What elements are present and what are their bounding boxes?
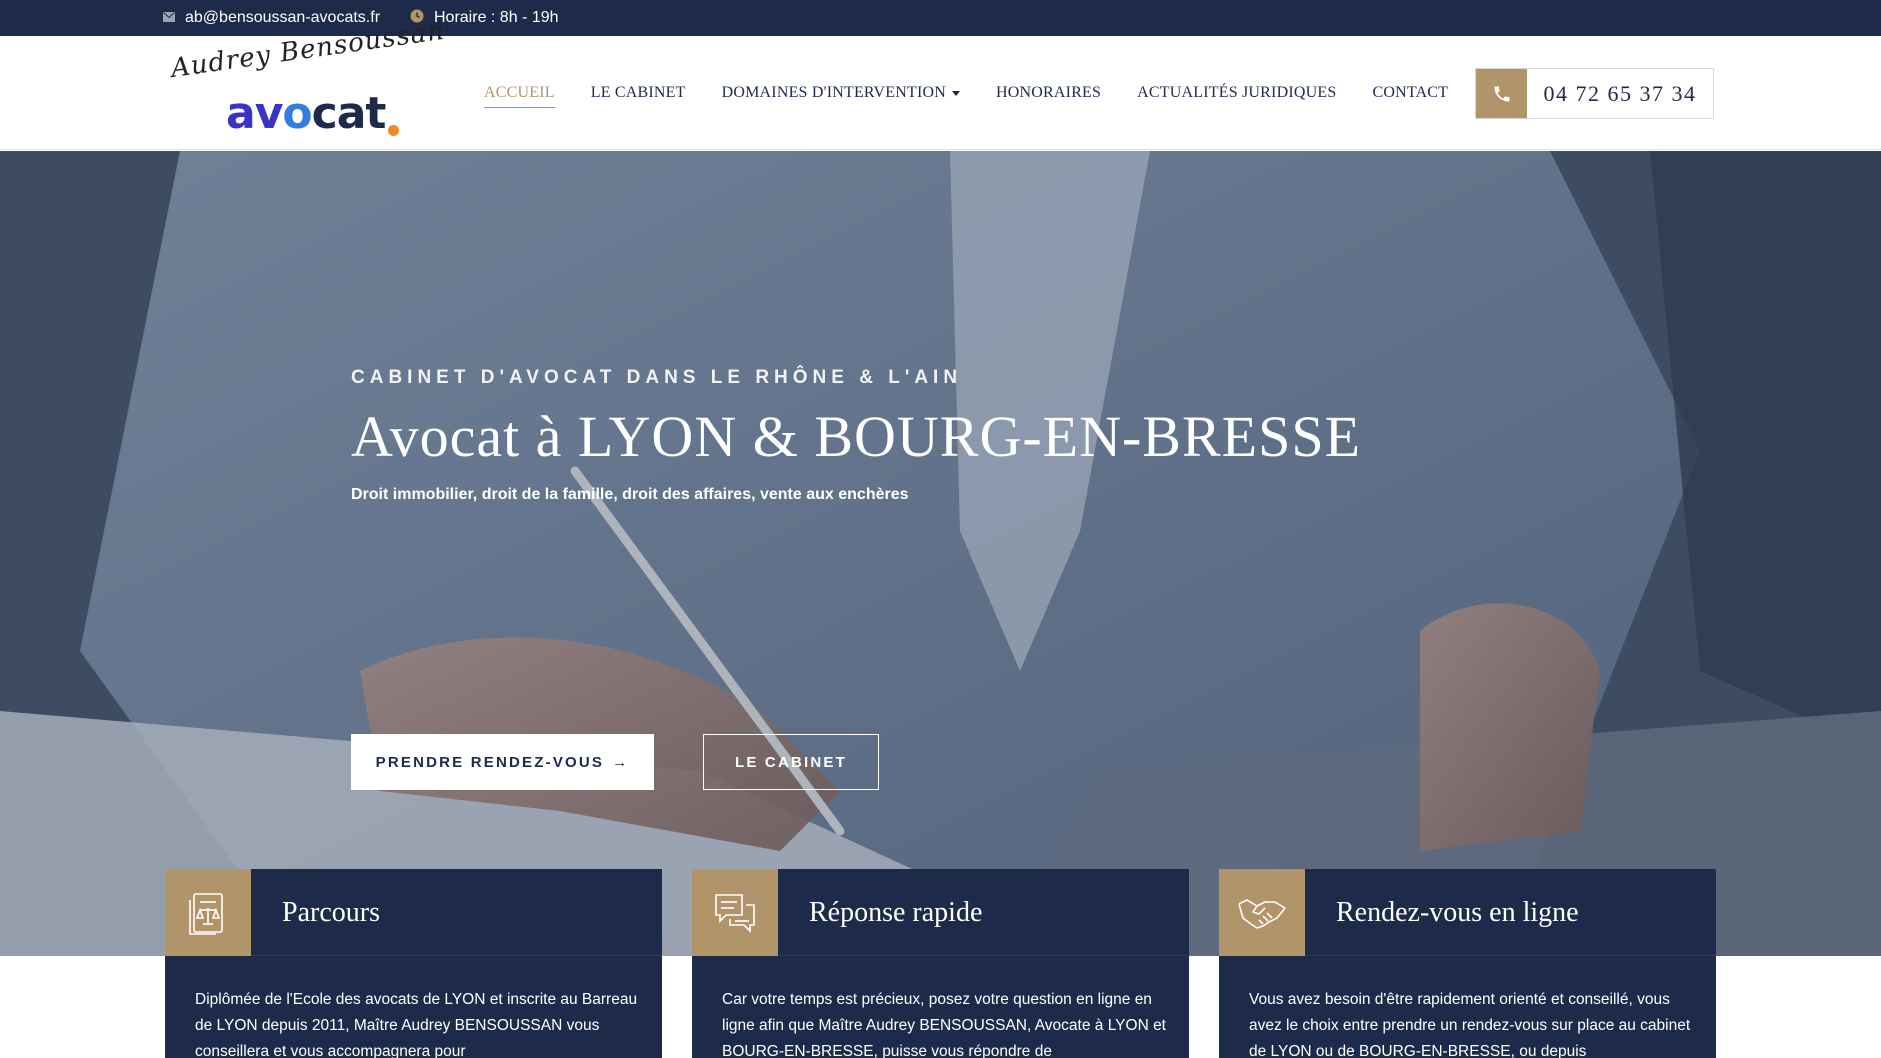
book-appointment-label: PRENDRE RENDEZ-VOUS xyxy=(375,753,605,771)
handshake-icon xyxy=(1219,869,1305,956)
nav-item-actualites[interactable]: ACTUALITÉS JURIDIQUES xyxy=(1137,84,1336,102)
logo-word-part: av xyxy=(226,88,283,139)
logo-word-part: cat xyxy=(311,88,387,139)
card-text: Diplômée de l'Ecole des avocats de LYON … xyxy=(195,991,638,1058)
nav-item-domaines[interactable]: DOMAINES D'INTERVENTION xyxy=(721,84,961,102)
mail-icon xyxy=(163,9,185,27)
le-cabinet-button[interactable]: LE CABINET xyxy=(703,734,879,790)
book-appointment-button[interactable]: PRENDRE RENDEZ-VOUS → xyxy=(351,734,654,790)
card-title: Rendez-vous en ligne xyxy=(1336,896,1579,928)
document-scales-icon xyxy=(165,869,251,956)
feature-card-rendez-vous: Rendez-vous en ligne Vous avez besoin d'… xyxy=(1219,869,1716,1058)
logo-word-part: o xyxy=(282,88,312,139)
card-title: Parcours xyxy=(282,896,380,928)
nav-item-contact[interactable]: CONTACT xyxy=(1372,84,1448,102)
site-header: Audrey Bensoussan avocat ACCUEIL LE CABI… xyxy=(0,16,1881,150)
nav-item-accueil[interactable]: ACCUEIL xyxy=(484,84,555,108)
hero-overlay xyxy=(0,151,1881,956)
feature-card-reponse-rapide: Réponse rapide Car votre temps est préci… xyxy=(692,869,1189,1058)
logo-wordmark: avocat xyxy=(226,92,386,136)
feature-card-parcours: Parcours Diplômée de l'Ecole des avocats… xyxy=(165,869,662,1058)
topbar-hours-text: Horaire : 8h - 19h xyxy=(434,9,559,26)
nav-item-honoraires[interactable]: HONORAIRES xyxy=(996,84,1101,102)
card-header: Parcours xyxy=(165,869,662,956)
top-info-bar: ab@bensoussan-avocats.fr Horaire : 8h - … xyxy=(0,0,1881,36)
hero-kicker: CABINET D'AVOCAT DANS LE RHÔNE & L'AIN xyxy=(351,367,963,388)
hero-title: Avocat à LYON & BOURG-EN-BRESSE xyxy=(351,404,1362,469)
topbar-email-text: ab@bensoussan-avocats.fr xyxy=(185,9,381,26)
logo-dot xyxy=(388,125,399,136)
phone-icon xyxy=(1476,69,1527,118)
phone-call-button[interactable]: 04 72 65 37 34 xyxy=(1475,68,1714,119)
hero-subtitle: Droit immobilier, droit de la famille, d… xyxy=(351,486,909,503)
card-text: Car votre temps est précieux, posez votr… xyxy=(722,991,1166,1058)
card-text: Vous avez besoin d'être rapidement orien… xyxy=(1249,991,1691,1058)
card-header: Rendez-vous en ligne xyxy=(1219,869,1716,956)
hero-content: CABINET D'AVOCAT DANS LE RHÔNE & L'AIN A… xyxy=(351,367,1551,790)
chat-bubbles-icon xyxy=(692,869,778,956)
nav-item-domaines-label: DOMAINES D'INTERVENTION xyxy=(721,84,947,101)
phone-number: 04 72 65 37 34 xyxy=(1543,80,1697,106)
site-logo[interactable]: Audrey Bensoussan avocat xyxy=(168,16,448,150)
main-navigation: ACCUEIL LE CABINET DOMAINES D'INTERVENTI… xyxy=(484,36,1484,150)
arrow-right-icon: → xyxy=(612,753,630,771)
card-title: Réponse rapide xyxy=(809,896,983,928)
chevron-down-icon xyxy=(952,90,961,96)
hero-banner: CABINET D'AVOCAT DANS LE RHÔNE & L'AIN A… xyxy=(0,151,1881,956)
card-header: Réponse rapide xyxy=(692,869,1189,956)
nav-item-le-cabinet[interactable]: LE CABINET xyxy=(591,84,686,102)
